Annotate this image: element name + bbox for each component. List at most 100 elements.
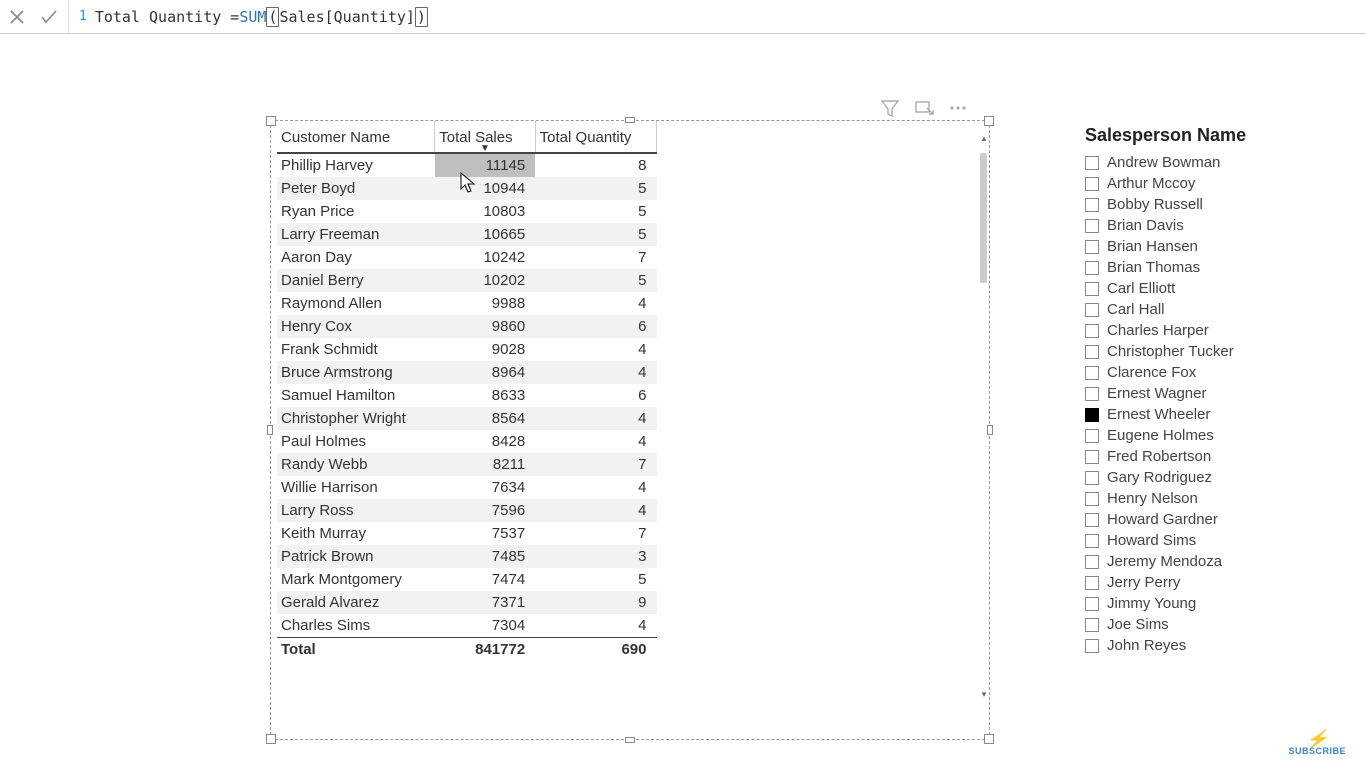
scroll-up-icon[interactable]: ▴ <box>979 133 989 143</box>
cell-total-sales[interactable]: 8633 <box>435 384 535 407</box>
cell-total-qty[interactable]: 4 <box>535 499 656 522</box>
table-row[interactable]: Larry Ross75964 <box>277 499 657 522</box>
checkbox-icon[interactable] <box>1085 303 1099 317</box>
cell-total-qty[interactable]: 7 <box>535 453 656 476</box>
cell-total-qty[interactable]: 7 <box>535 246 656 269</box>
cancel-icon[interactable] <box>6 6 28 28</box>
cell-total-sales[interactable]: 10202 <box>435 269 535 292</box>
subscribe-badge[interactable]: ⚡ SUBSCRIBE <box>1288 732 1346 756</box>
cell-total-sales[interactable]: 8211 <box>435 453 535 476</box>
checkbox-icon[interactable] <box>1085 513 1099 527</box>
cell-customer-name[interactable]: Raymond Allen <box>277 292 435 315</box>
cell-customer-name[interactable]: Willie Harrison <box>277 476 435 499</box>
column-header[interactable]: Customer Name <box>277 121 435 153</box>
cell-total-sales[interactable]: 10665 <box>435 223 535 246</box>
cell-total-qty[interactable]: 6 <box>535 315 656 338</box>
table-row[interactable]: Frank Schmidt90284 <box>277 338 657 361</box>
cell-customer-name[interactable]: Peter Boyd <box>277 177 435 200</box>
cell-customer-name[interactable]: Henry Cox <box>277 315 435 338</box>
slicer-item[interactable]: Ernest Wheeler <box>1085 404 1345 425</box>
cell-customer-name[interactable]: Paul Holmes <box>277 430 435 453</box>
cell-customer-name[interactable]: Christopher Wright <box>277 407 435 430</box>
cell-customer-name[interactable]: Daniel Berry <box>277 269 435 292</box>
slicer-item[interactable]: Christopher Tucker <box>1085 341 1345 362</box>
slicer-item[interactable]: John Reyes <box>1085 635 1345 656</box>
table-row[interactable]: Mark Montgomery74745 <box>277 568 657 591</box>
table-row[interactable]: Peter Boyd109445 <box>277 177 657 200</box>
more-options-icon[interactable] <box>948 98 968 118</box>
checkbox-icon[interactable] <box>1085 408 1099 422</box>
slicer-item[interactable]: Bobby Russell <box>1085 194 1345 215</box>
checkbox-icon[interactable] <box>1085 219 1099 233</box>
scrollbar[interactable]: ▴ ▾ <box>979 133 989 699</box>
cell-customer-name[interactable]: Larry Ross <box>277 499 435 522</box>
table-visual[interactable]: Customer NameTotal Sales▼Total Quantity … <box>270 120 990 740</box>
table-row[interactable]: Patrick Brown74853 <box>277 545 657 568</box>
checkbox-icon[interactable] <box>1085 345 1099 359</box>
table-row[interactable]: Keith Murray75377 <box>277 522 657 545</box>
cell-total-qty[interactable]: 5 <box>535 223 656 246</box>
cell-total-qty[interactable]: 4 <box>535 614 656 638</box>
slicer-item[interactable]: Fred Robertson <box>1085 446 1345 467</box>
scroll-thumb[interactable] <box>980 153 987 283</box>
cell-customer-name[interactable]: Ryan Price <box>277 200 435 223</box>
cell-total-qty[interactable]: 4 <box>535 476 656 499</box>
slicer-item[interactable]: Jeremy Mendoza <box>1085 551 1345 572</box>
slicer-item[interactable]: Brian Davis <box>1085 215 1345 236</box>
table-row[interactable]: Larry Freeman106655 <box>277 223 657 246</box>
checkbox-icon[interactable] <box>1085 597 1099 611</box>
cell-total-qty[interactable]: 5 <box>535 568 656 591</box>
checkbox-icon[interactable] <box>1085 324 1099 338</box>
cell-total-sales[interactable]: 10803 <box>435 200 535 223</box>
cell-total-sales[interactable]: 7485 <box>435 545 535 568</box>
cell-customer-name[interactable]: Frank Schmidt <box>277 338 435 361</box>
cell-total-sales[interactable]: 8964 <box>435 361 535 384</box>
cell-total-sales[interactable]: 11145 <box>435 153 535 177</box>
checkbox-icon[interactable] <box>1085 240 1099 254</box>
cell-customer-name[interactable]: Mark Montgomery <box>277 568 435 591</box>
cell-total-sales[interactable]: 10242 <box>435 246 535 269</box>
cell-total-qty[interactable]: 6 <box>535 384 656 407</box>
cell-total-qty[interactable]: 4 <box>535 407 656 430</box>
checkbox-icon[interactable] <box>1085 534 1099 548</box>
table-row[interactable]: Bruce Armstrong89644 <box>277 361 657 384</box>
table-row[interactable]: Gerald Alvarez73719 <box>277 591 657 614</box>
slicer-item[interactable]: Charles Harper <box>1085 320 1345 341</box>
slicer-item[interactable]: Howard Sims <box>1085 530 1345 551</box>
table-row[interactable]: Henry Cox98606 <box>277 315 657 338</box>
checkbox-icon[interactable] <box>1085 366 1099 380</box>
checkbox-icon[interactable] <box>1085 450 1099 464</box>
cell-total-qty[interactable]: 5 <box>535 200 656 223</box>
slicer-item[interactable]: Brian Hansen <box>1085 236 1345 257</box>
cell-customer-name[interactable]: Samuel Hamilton <box>277 384 435 407</box>
table-row[interactable]: Aaron Day102427 <box>277 246 657 269</box>
cell-total-sales[interactable]: 7371 <box>435 591 535 614</box>
cell-total-sales[interactable]: 8428 <box>435 430 535 453</box>
table-row[interactable]: Phillip Harvey111458 <box>277 153 657 177</box>
checkbox-icon[interactable] <box>1085 177 1099 191</box>
slicer-item[interactable]: Clarence Fox <box>1085 362 1345 383</box>
slicer-item[interactable]: Jimmy Young <box>1085 593 1345 614</box>
cell-total-sales[interactable]: 10944 <box>435 177 535 200</box>
slicer-item[interactable]: Henry Nelson <box>1085 488 1345 509</box>
cell-total-qty[interactable]: 4 <box>535 430 656 453</box>
cell-total-qty[interactable]: 4 <box>535 292 656 315</box>
slicer-item[interactable]: Ernest Wagner <box>1085 383 1345 404</box>
filter-icon[interactable] <box>880 98 900 118</box>
cell-total-qty[interactable]: 3 <box>535 545 656 568</box>
formula-input[interactable]: 1 Total Quantity = SUM ( Sales[Quantity]… <box>69 7 428 27</box>
cell-total-sales[interactable]: 7596 <box>435 499 535 522</box>
checkbox-icon[interactable] <box>1085 471 1099 485</box>
cell-total-sales[interactable]: 7304 <box>435 614 535 638</box>
resize-handle[interactable] <box>984 116 994 126</box>
cell-total-qty[interactable]: 7 <box>535 522 656 545</box>
table-row[interactable]: Samuel Hamilton86336 <box>277 384 657 407</box>
cell-total-qty[interactable]: 9 <box>535 591 656 614</box>
cell-total-sales[interactable]: 7634 <box>435 476 535 499</box>
cell-total-qty[interactable]: 5 <box>535 177 656 200</box>
cell-customer-name[interactable]: Phillip Harvey <box>277 153 435 177</box>
table-row[interactable]: Paul Holmes84284 <box>277 430 657 453</box>
cell-total-qty[interactable]: 4 <box>535 338 656 361</box>
slicer-item[interactable]: Brian Thomas <box>1085 257 1345 278</box>
cell-total-sales[interactable]: 7537 <box>435 522 535 545</box>
